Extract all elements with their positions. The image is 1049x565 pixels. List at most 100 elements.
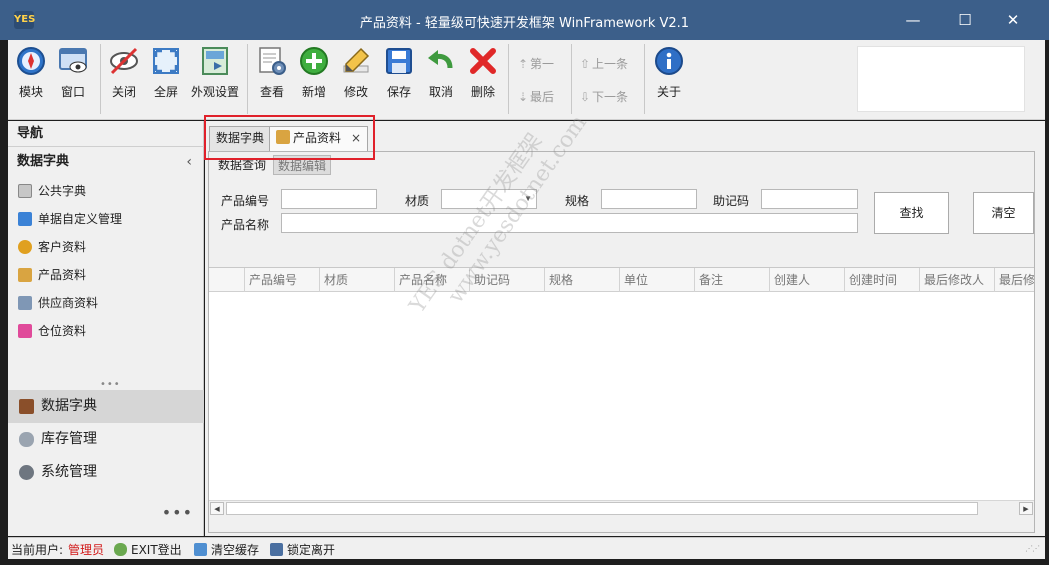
search-button[interactable]: 查找 — [874, 192, 949, 234]
grid-column-header[interactable]: 单位 — [620, 268, 695, 292]
resize-grip-icon[interactable]: ⋰⋰ — [1025, 544, 1040, 553]
puzzle-icon — [18, 212, 32, 226]
users-icon — [18, 240, 32, 254]
nav-item-products[interactable]: 产品资料 — [8, 264, 204, 286]
toolbar-blank-area — [857, 46, 1025, 112]
fullscreen-icon — [153, 48, 179, 74]
save-button[interactable]: 保存 — [381, 46, 417, 110]
title-bar: YES 产品资料 - 轻量级可快速开发框架 WinFramework V2.1 … — [0, 0, 1049, 40]
subtab-query[interactable]: 数据查询 — [214, 155, 270, 175]
window-title: 产品资料 - 轻量级可快速开发框架 WinFramework V2.1 — [359, 16, 690, 31]
splitter-handle[interactable]: ••• — [100, 379, 120, 390]
grid-column-header[interactable]: 创建人 — [770, 268, 845, 292]
more-options-button[interactable]: ••• — [162, 503, 193, 522]
info-icon — [655, 47, 683, 75]
add-button[interactable]: 新增 — [296, 46, 332, 110]
grid-column-header[interactable]: 规格 — [545, 268, 620, 292]
module-button[interactable]: 模块 — [12, 46, 50, 110]
nav-item-public-dict[interactable]: 公共字典 — [8, 180, 204, 202]
nav-section-inventory[interactable]: 库存管理 — [8, 423, 204, 456]
nav-item-customers[interactable]: 客户资料 — [8, 236, 204, 258]
view-button[interactable]: 查看 — [254, 46, 290, 110]
scroll-right-icon[interactable]: ▶ — [1019, 502, 1033, 515]
box-icon — [276, 130, 290, 144]
grid-column-header[interactable]: 备注 — [695, 268, 770, 292]
section-label: 系统管理 — [41, 464, 97, 480]
first-record-button[interactable]: ⇡ 第一 — [516, 55, 554, 75]
product-code-input[interactable] — [281, 189, 377, 209]
refresh-icon — [194, 543, 207, 556]
product-name-input[interactable] — [281, 213, 858, 233]
storage-icon — [18, 324, 32, 338]
nav-group-title[interactable]: 数据字典 ‹ — [8, 151, 204, 173]
add-label: 新增 — [301, 85, 326, 99]
clear-button[interactable]: 清空 — [973, 192, 1034, 234]
undo-icon — [428, 50, 453, 69]
grid-column-header[interactable]: 创建时间 — [845, 268, 920, 292]
current-user-label: 当前用户: — [11, 543, 64, 557]
first-label: 第一 — [530, 57, 555, 71]
about-button[interactable]: 关于 — [651, 46, 687, 110]
about-label: 关于 — [656, 85, 681, 99]
logout-button[interactable]: EXIT登出 — [114, 541, 182, 558]
toolbar: 模块 窗口 关闭 全屏 外观设置 查看 新增 修改 保存 取消 删除 ⇡ 第一 … — [8, 40, 1045, 120]
next-record-button[interactable]: ⇩ 下一条 — [578, 88, 628, 108]
cancel-label: 取消 — [428, 85, 453, 99]
nav-item-label: 仓位资料 — [38, 324, 87, 338]
nav-item-warehouse[interactable]: 仓位资料 — [8, 320, 204, 342]
window-eye-icon — [59, 48, 87, 73]
fullscreen-button[interactable]: 全屏 — [148, 46, 184, 110]
delete-label: 删除 — [470, 85, 495, 99]
horizontal-scrollbar[interactable]: ◀ ▶ — [209, 500, 1034, 516]
key-icon — [114, 543, 127, 556]
toolbar-separator — [247, 44, 248, 114]
nav-item-custom-form[interactable]: 单据自定义管理 — [8, 208, 204, 230]
close-button[interactable]: 关闭 — [106, 46, 142, 110]
close-window-button[interactable]: ✕ — [998, 8, 1028, 32]
lock-icon — [270, 543, 283, 556]
scroll-left-icon[interactable]: ◀ — [210, 502, 224, 515]
building-icon — [18, 296, 32, 310]
window-label: 窗口 — [60, 85, 85, 99]
main-area: 数据字典 产品资料 × 数据查询 数据编辑 产品编号 材质 ▼ 规格 助记码 产品… — [205, 121, 1045, 536]
prev-record-button[interactable]: ⇧ 上一条 — [578, 55, 628, 75]
memo-code-input[interactable] — [761, 189, 858, 209]
nav-item-label: 公共字典 — [38, 184, 87, 198]
nav-section-data-dict[interactable]: 数据字典 — [8, 390, 204, 423]
lock-button[interactable]: 锁定离开 — [270, 541, 335, 558]
tab-data-dict[interactable]: 数据字典 — [209, 126, 272, 151]
background-left — [0, 40, 8, 565]
maximize-button[interactable]: ☐ — [950, 8, 980, 32]
edit-label: 修改 — [343, 85, 368, 99]
nav-item-suppliers[interactable]: 供应商资料 — [8, 292, 204, 314]
grid-column-header[interactable]: 最后修改 — [995, 268, 1034, 292]
tab-products[interactable]: 产品资料 × — [269, 126, 369, 153]
window-button[interactable]: 窗口 — [54, 46, 92, 110]
close-tab-icon[interactable]: × — [351, 131, 361, 145]
minimize-button[interactable]: — — [898, 8, 928, 32]
navigation-sidebar: 导航 数据字典 ‹ 公共字典 单据自定义管理 客户资料 产品资料 供应商资料 仓位… — [8, 121, 204, 536]
material-label: 材质 — [405, 194, 430, 208]
database-icon — [19, 432, 34, 447]
grid-column-header[interactable]: 产品编号 — [245, 268, 320, 292]
grid-column-header[interactable]: 最后修改人 — [920, 268, 995, 292]
appearance-label: 外观设置 — [190, 85, 239, 99]
arrow-up-icon: ⇡ — [517, 57, 529, 71]
appearance-button[interactable]: 外观设置 — [188, 46, 242, 110]
nav-section-system[interactable]: 系统管理 — [8, 456, 204, 489]
cancel-button[interactable]: 取消 — [423, 46, 459, 110]
nav-item-label: 供应商资料 — [38, 296, 99, 310]
delete-button[interactable]: 删除 — [465, 46, 501, 110]
grid-column-header[interactable]: 材质 — [320, 268, 395, 292]
toolbar-separator — [571, 44, 572, 114]
spec-input[interactable] — [601, 189, 697, 209]
clear-cache-button[interactable]: 清空缓存 — [194, 541, 259, 558]
chevron-left-icon[interactable]: ‹ — [186, 151, 192, 173]
save-label: 保存 — [386, 85, 411, 99]
next-label: 下一条 — [592, 90, 629, 104]
subtab-edit[interactable]: 数据编辑 — [273, 155, 332, 175]
eye-hide-icon — [110, 47, 138, 75]
grid-row-indicator-header — [209, 268, 245, 292]
scroll-thumb[interactable] — [226, 502, 978, 515]
edit-button[interactable]: 修改 — [338, 46, 374, 110]
